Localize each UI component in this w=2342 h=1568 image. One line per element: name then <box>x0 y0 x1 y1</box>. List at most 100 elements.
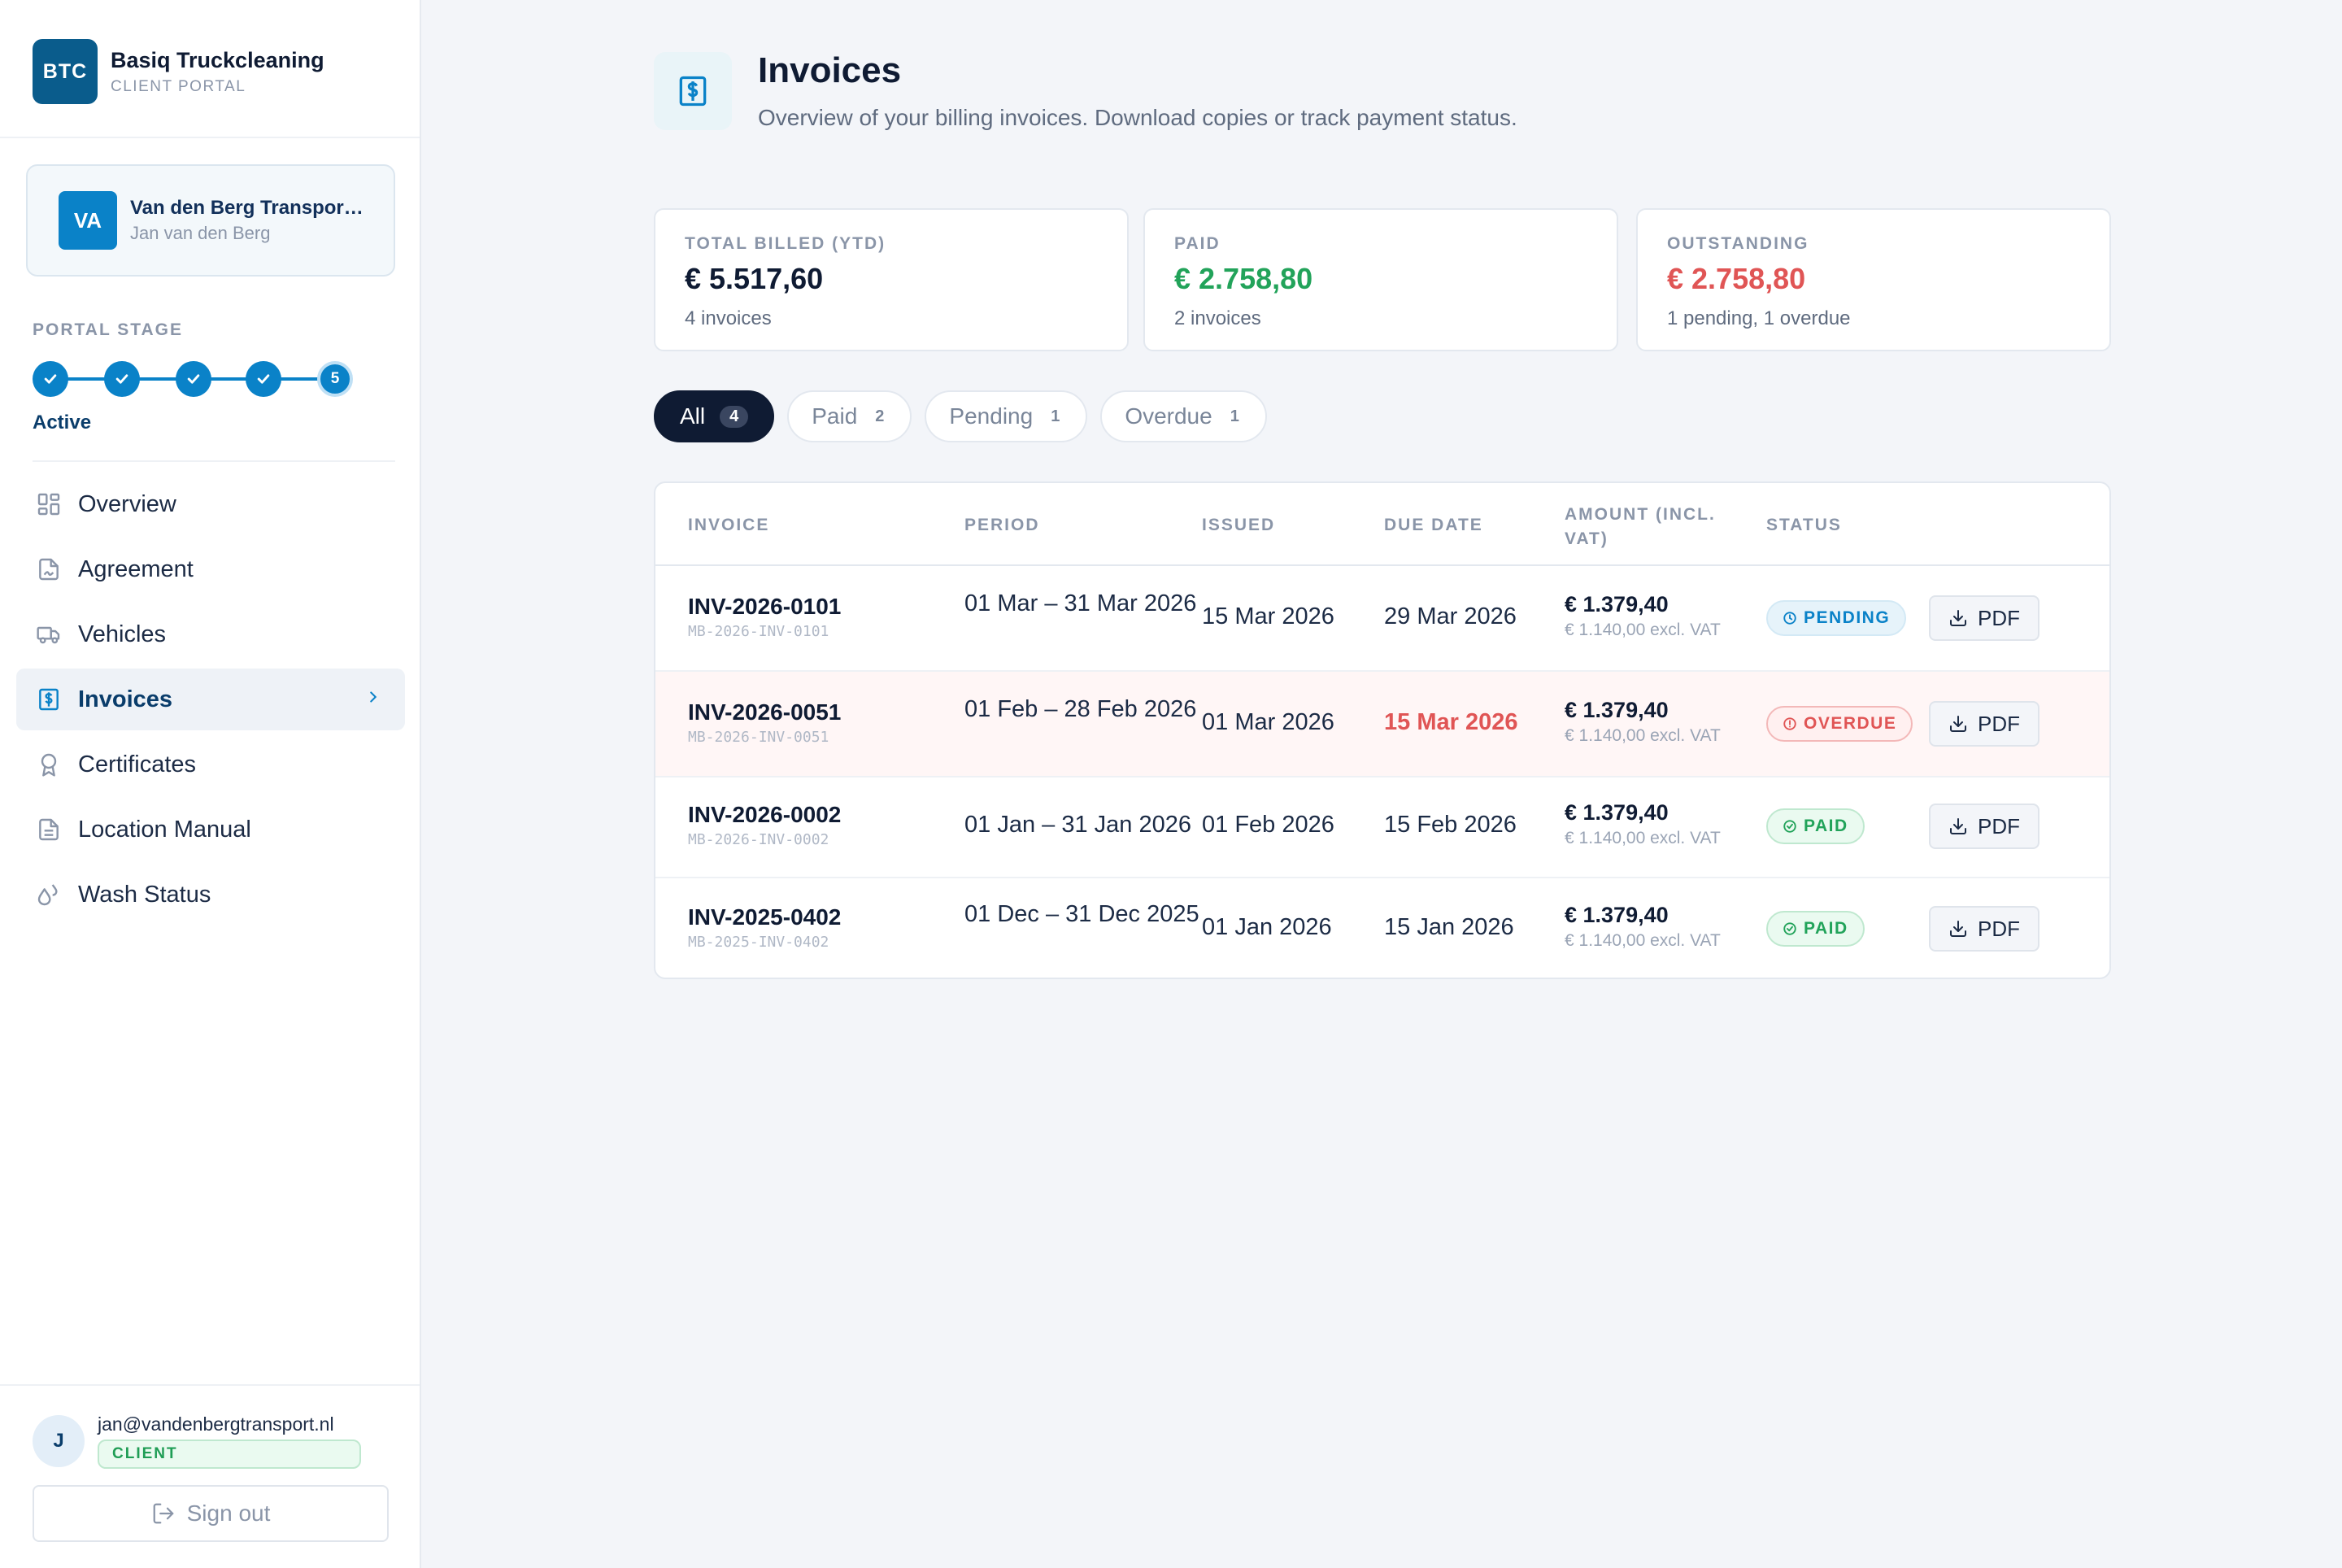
download-pdf-button[interactable]: PDF <box>1929 804 2039 849</box>
filter-label: Overdue <box>1125 403 1212 429</box>
invoice-amount: € 1.379,40 <box>1565 903 1669 927</box>
client-card: VA Van den Berg Transport B.V. Jan van d… <box>26 164 395 277</box>
stat-card-total-billed: TOTAL BILLED (YTD) € 5.517,60 4 invoices <box>654 208 1129 351</box>
invoice-number: INV-2026-0051 <box>688 699 842 725</box>
page-title: Invoices <box>758 50 902 90</box>
invoice-issued: 01 Feb 2026 <box>1202 812 1334 838</box>
status-badge: PAID <box>1766 911 1865 947</box>
invoice-number-cell: INV-2026-0101 MB-2026-INV-0101 <box>688 594 841 640</box>
brand-logo: BTC <box>33 39 98 104</box>
filter-label: All <box>680 403 706 429</box>
sidebar-item-label: Invoices <box>78 686 173 712</box>
invoice-number-cell: INV-2026-0051 MB-2026-INV-0051 <box>688 699 841 746</box>
filter-paid[interactable]: Paid 2 <box>787 390 912 442</box>
filter-all[interactable]: All 4 <box>654 390 775 442</box>
sidebar-item-label: Certificates <box>78 751 197 777</box>
sidebar-item-certificates[interactable]: Certificates <box>16 734 405 795</box>
portal-stage-status: Active <box>33 412 92 433</box>
filter-count: 4 <box>720 405 749 428</box>
filter-count: 2 <box>875 407 885 425</box>
sidebar-item-vehicles[interactable]: Vehicles <box>16 603 405 665</box>
sidebar-item-label: Agreement <box>78 555 194 582</box>
grid-icon <box>37 493 60 516</box>
sidebar-divider <box>0 137 420 138</box>
filter-label: Paid <box>812 403 858 429</box>
step-1-complete <box>33 361 68 397</box>
sidebar-item-agreement[interactable]: Agreement <box>16 538 405 600</box>
invoice-period: 01 Feb – 28 Feb 2026 <box>964 696 1197 722</box>
sidebar-item-invoices[interactable]: Invoices <box>16 669 405 730</box>
invoice-amount-cell: € 1.379,40 € 1.140,00 excl. VAT <box>1565 800 1721 848</box>
invoice-amount-cell: € 1.379,40 € 1.140,00 excl. VAT <box>1565 698 1721 746</box>
stat-value: € 2.758,80 <box>1174 262 1313 295</box>
stat-note: 2 invoices <box>1174 307 1261 329</box>
table-row: INV-2025-0402 MB-2025-INV-0402 01 Dec – … <box>655 878 2109 978</box>
download-pdf-button[interactable]: PDF <box>1929 701 2039 747</box>
invoice-number: INV-2025-0402 <box>688 904 842 930</box>
sidebar-divider <box>0 1384 420 1386</box>
pdf-label: PDF <box>1978 711 2020 736</box>
brand-name: Basiq Truckcleaning <box>111 47 324 72</box>
invoice-period: 01 Dec – 31 Dec 2025 <box>964 901 1199 927</box>
column-header-issued: ISSUED <box>1202 516 1276 534</box>
invoices-page-icon <box>654 52 732 130</box>
check-icon <box>257 374 270 384</box>
table-row: INV-2026-0101 MB-2026-INV-0101 01 Mar – … <box>655 566 2109 672</box>
status-badge: PENDING <box>1766 600 1907 636</box>
droplets-icon <box>37 884 58 906</box>
sidebar-item-wash-status[interactable]: Wash Status <box>16 864 405 926</box>
invoice-issued: 15 Mar 2026 <box>1202 603 1334 629</box>
sign-out-button[interactable]: Sign out <box>33 1485 389 1542</box>
check-icon <box>187 374 200 384</box>
column-header-due-date: DUE DATE <box>1384 516 1483 534</box>
invoice-number: INV-2026-0002 <box>688 802 842 827</box>
sidebar-nav: Overview Agreement Vehicles Invoices Cer… <box>16 473 405 929</box>
brand-text: Basiq Truckcleaning CLIENT PORTAL <box>111 48 324 96</box>
sidebar-item-label: Wash Status <box>78 881 211 908</box>
invoice-amount-excl-vat: € 1.140,00 excl. VAT <box>1565 726 1721 745</box>
stat-label: TOTAL BILLED (YTD) <box>685 234 886 253</box>
column-header-amount: AMOUNT (INCL. VAT) <box>1565 505 1716 548</box>
sign-out-label: Sign out <box>186 1500 271 1526</box>
user-role-badge: CLIENT <box>98 1440 361 1469</box>
invoice-amount: € 1.379,40 <box>1565 698 1669 722</box>
filter-count: 1 <box>1051 407 1060 425</box>
table-row: INV-2026-0002 MB-2026-INV-0002 01 Jan – … <box>655 777 2109 878</box>
filter-pending[interactable]: Pending 1 <box>925 390 1088 442</box>
clock-icon <box>1783 612 1796 625</box>
download-pdf-button[interactable]: PDF <box>1929 906 2039 952</box>
client-company: Van den Berg Transport B.V. <box>130 197 366 219</box>
invoice-reference: MB-2026-INV-0002 <box>688 831 829 848</box>
invoice-amount-excl-vat: € 1.140,00 excl. VAT <box>1565 621 1721 639</box>
invoice-amount: € 1.379,40 <box>1565 800 1669 825</box>
stat-value: € 2.758,80 <box>1667 262 1806 295</box>
step-3-complete <box>176 361 211 397</box>
stat-value: € 5.517,60 <box>685 262 824 295</box>
download-icon <box>1950 921 1966 937</box>
sidebar-item-overview[interactable]: Overview <box>16 473 405 535</box>
chevron-right-icon <box>364 688 382 712</box>
invoice-amount: € 1.379,40 <box>1565 592 1669 616</box>
receipt-dollar-icon <box>679 76 707 107</box>
step-4-complete <box>246 361 281 397</box>
invoice-due-date: 29 Mar 2026 <box>1384 603 1517 629</box>
invoice-due-date: 15 Mar 2026 <box>1384 709 1518 735</box>
status-label: PENDING <box>1804 608 1891 627</box>
column-header-invoice: INVOICE <box>688 516 770 534</box>
invoice-issued: 01 Jan 2026 <box>1202 914 1332 940</box>
download-pdf-button[interactable]: PDF <box>1929 595 2039 641</box>
status-cell: PENDING <box>1766 600 1907 636</box>
filter-overdue[interactable]: Overdue 1 <box>1100 390 1267 442</box>
invoice-reference: MB-2026-INV-0051 <box>688 729 829 746</box>
brand[interactable]: BTC Basiq Truckcleaning CLIENT PORTAL <box>33 39 324 104</box>
filter-label: Pending <box>949 403 1034 429</box>
filter-count: 1 <box>1230 407 1239 425</box>
table-header: INVOICE PERIOD ISSUED DUE DATE AMOUNT (I… <box>655 483 2109 566</box>
stat-note: 1 pending, 1 overdue <box>1667 307 1851 329</box>
client-contact: Jan van den Berg <box>130 223 271 243</box>
step-5-current: 5 <box>317 361 353 397</box>
sidebar-item-label: Vehicles <box>78 621 167 647</box>
sidebar-item-location-manual[interactable]: Location Manual <box>16 799 405 860</box>
avatar: J <box>33 1415 85 1467</box>
invoice-amount-cell: € 1.379,40 € 1.140,00 excl. VAT <box>1565 903 1721 951</box>
